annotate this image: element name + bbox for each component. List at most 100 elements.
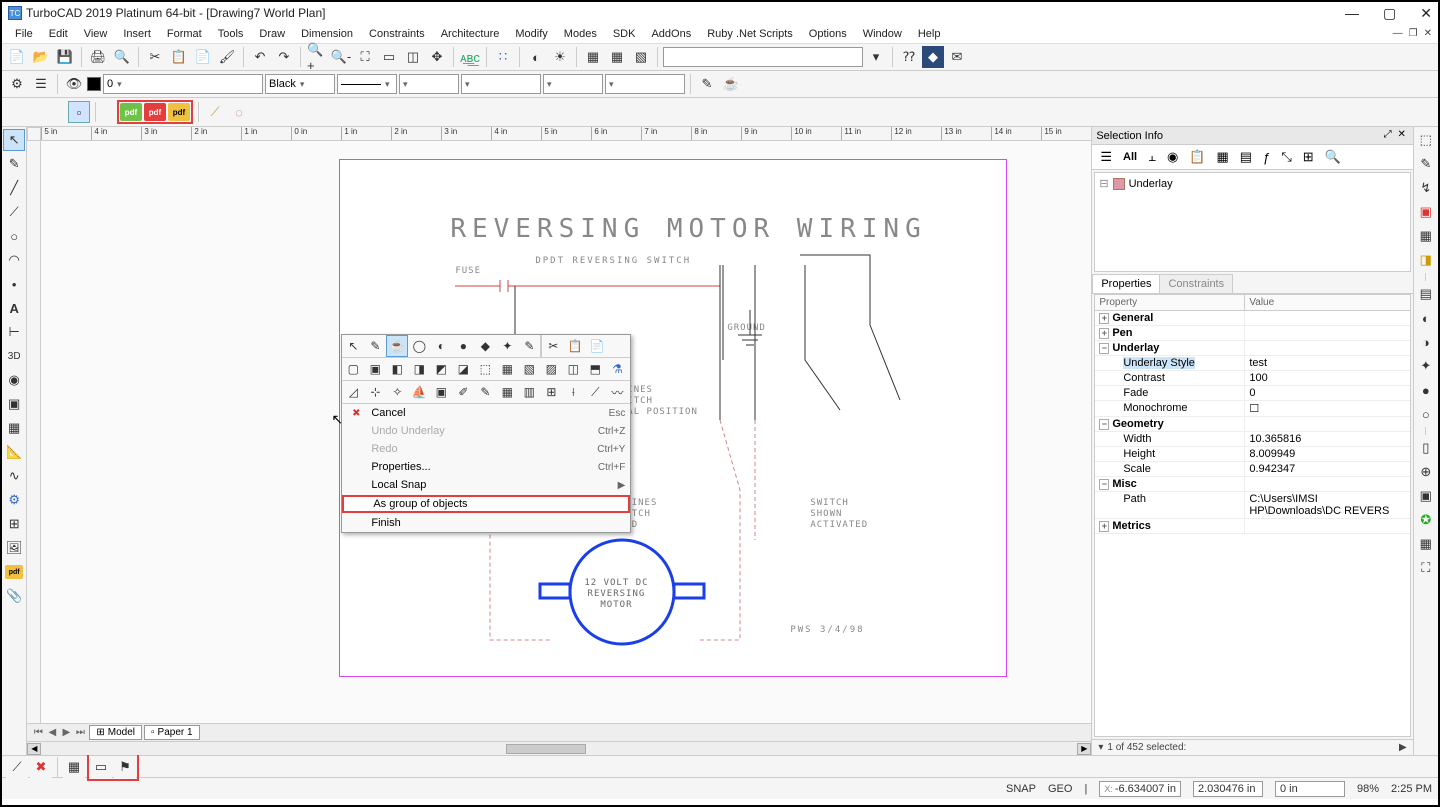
rtool-7[interactable]: ▤ <box>1415 283 1437 305</box>
render-button[interactable]: ◐ <box>525 46 547 68</box>
3d-tool[interactable]: 3D <box>3 345 25 367</box>
pdf-underlay-button[interactable]: pdf <box>168 103 190 121</box>
ctx-paste-icon[interactable]: 📄 <box>586 335 608 357</box>
prop-row-monochrome[interactable]: Monochrome☐ <box>1095 401 1409 417</box>
menu-dimension[interactable]: Dimension <box>294 26 360 42</box>
ctx-box12-icon[interactable]: ⬒ <box>584 358 606 380</box>
tab-constraints[interactable]: Constraints <box>1159 274 1233 293</box>
property-table[interactable]: Property Value +General+Pen−UnderlayUnde… <box>1094 294 1410 737</box>
filter-fn-icon[interactable]: ƒ <box>1259 148 1274 167</box>
tab-next-button[interactable]: ▶ <box>59 727 73 738</box>
ctx-node-icon[interactable]: ✦ <box>496 335 518 357</box>
redo-button[interactable]: ↷ <box>273 46 295 68</box>
ctx-select-icon[interactable]: ↖ <box>342 335 364 357</box>
menu-tools[interactable]: Tools <box>211 26 251 42</box>
undo-button[interactable]: ↶ <box>249 46 271 68</box>
measure-tool[interactable]: 📐 <box>3 441 25 463</box>
circle-tool-icon[interactable]: ◌ <box>228 101 250 123</box>
visibility-icon[interactable]: 👁 <box>63 73 85 95</box>
hatch-tool[interactable]: ▦ <box>3 417 25 439</box>
polyline-tool[interactable]: ⟋ <box>3 201 25 223</box>
rtool-8[interactable]: ◐ <box>1415 307 1437 329</box>
luminance-button[interactable]: ▧ <box>630 46 652 68</box>
panel-pin-button[interactable]: ⤢ <box>1381 129 1395 143</box>
ctx-item-finish[interactable]: Finish <box>342 514 630 532</box>
ctx-item-redo[interactable]: RedoCtrl+Y <box>342 440 630 458</box>
format-painter-button[interactable]: 🖌 <box>216 46 238 68</box>
menu-window[interactable]: Window <box>856 26 909 42</box>
ctx-flask-icon[interactable]: ⚗ <box>606 358 628 380</box>
menu-draw[interactable]: Draw <box>252 26 292 42</box>
menu-insert[interactable]: Insert <box>116 26 158 42</box>
ctx-t6-icon[interactable]: ✐ <box>452 381 474 403</box>
ctx-t8-icon[interactable]: ▦ <box>496 381 518 403</box>
tab-last-button[interactable]: ⏭ <box>73 727 87 738</box>
rtool-11[interactable]: ● <box>1415 379 1437 401</box>
tool-misc-1[interactable]: ▫ <box>68 101 90 123</box>
rtool-compass-icon[interactable]: ✪ <box>1415 509 1437 531</box>
command-input[interactable] <box>663 47 863 67</box>
gear-icon[interactable]: ⚙ <box>6 73 28 95</box>
tab-paper1[interactable]: ▫Paper 1 <box>144 725 200 740</box>
filter-copy-icon[interactable]: 📋 <box>1185 147 1209 167</box>
rtool-4[interactable]: ▣ <box>1415 201 1437 223</box>
selection-next-button[interactable]: ▶ <box>1399 742 1407 753</box>
ctx-box7-icon[interactable]: ⬚ <box>474 358 496 380</box>
group-tool[interactable]: ⊞ <box>3 513 25 535</box>
zoom-window-button[interactable]: ⛶ <box>354 46 376 68</box>
ctx-draft-icon[interactable]: ◆ <box>474 335 496 357</box>
pdf-import-button[interactable]: pdf <box>120 103 142 121</box>
rtool-16[interactable]: ▦ <box>1415 533 1437 555</box>
lineweight-dropdown[interactable] <box>399 74 459 94</box>
ctx-box4-icon[interactable]: ◨ <box>408 358 430 380</box>
ctx-t10-icon[interactable]: ⊞ <box>540 381 562 403</box>
color-dropdown[interactable]: Black <box>265 74 335 94</box>
tab-model[interactable]: ⊞Model <box>89 725 142 740</box>
scroll-left-button[interactable]: ◀ <box>27 743 41 755</box>
circle-tool[interactable]: ○ <box>3 225 25 247</box>
tab-properties[interactable]: Properties <box>1092 274 1160 293</box>
horizontal-scrollbar[interactable]: ◀ ▶ <box>27 741 1091 755</box>
rtool-14[interactable]: ⊕ <box>1415 461 1437 483</box>
arc-tool[interactable]: ◠ <box>3 249 25 271</box>
prop-row-scale[interactable]: Scale0.942347 <box>1095 462 1409 477</box>
rtool-10[interactable]: ✦ <box>1415 355 1437 377</box>
rtool-1[interactable]: ⬚ <box>1415 129 1437 151</box>
panel-close-button[interactable]: ✕ <box>1395 129 1409 143</box>
selection-tree[interactable]: ⊟ Underlay <box>1094 172 1410 272</box>
zoom-in-button[interactable]: 🔍+ <box>306 46 328 68</box>
ctx-hidden-icon[interactable]: ◐ <box>430 335 452 357</box>
zoom-out-button[interactable]: 🔍- <box>330 46 352 68</box>
rtool-2[interactable]: ✎ <box>1415 153 1437 175</box>
ctx-t4-icon[interactable]: ⛵ <box>408 381 430 403</box>
prop-row-contrast[interactable]: Contrast100 <box>1095 371 1409 386</box>
ctx-render-icon[interactable]: ☕ <box>386 335 408 357</box>
ctx-box5-icon[interactable]: ◩ <box>430 358 452 380</box>
lights-button[interactable]: ☀ <box>549 46 571 68</box>
prop-row-height[interactable]: Height8.009949 <box>1095 447 1409 462</box>
btm-2[interactable]: ✖ <box>30 756 52 778</box>
brush-button[interactable]: ☕ <box>720 73 742 95</box>
y-coord[interactable]: 2.030476 in <box>1193 781 1263 797</box>
text-tool[interactable]: A <box>3 297 25 319</box>
ctx-t7-icon[interactable]: ✎ <box>474 381 496 403</box>
prop-row-underlay[interactable]: −Underlay <box>1095 341 1409 356</box>
geo-indicator[interactable]: GEO <box>1048 783 1072 795</box>
ctx-item-cancel[interactable]: ✖CancelEsc <box>342 404 630 422</box>
prop-row-fade[interactable]: Fade0 <box>1095 386 1409 401</box>
open-button[interactable]: 📂 <box>30 46 52 68</box>
context-help-button[interactable]: ⁇ <box>898 46 920 68</box>
print-preview-button[interactable]: 🔍 <box>111 46 133 68</box>
ctx-shade-icon[interactable]: ● <box>452 335 474 357</box>
ctx-cut-icon[interactable]: ✂ <box>542 335 564 357</box>
ctx-box2-icon[interactable]: ▣ <box>364 358 386 380</box>
select-tool[interactable]: ↖ <box>3 129 25 151</box>
menu-view[interactable]: View <box>77 26 115 42</box>
rtool-12[interactable]: ○ <box>1415 403 1437 425</box>
print-button[interactable]: 🖨 <box>87 46 109 68</box>
box-tool[interactable]: ▣ <box>3 393 25 415</box>
ctx-t11-icon[interactable]: ⟊ <box>562 381 584 403</box>
save-button[interactable]: 💾 <box>54 46 76 68</box>
scroll-right-button[interactable]: ▶ <box>1077 743 1091 755</box>
layer-dropdown[interactable]: 0 <box>103 74 263 94</box>
